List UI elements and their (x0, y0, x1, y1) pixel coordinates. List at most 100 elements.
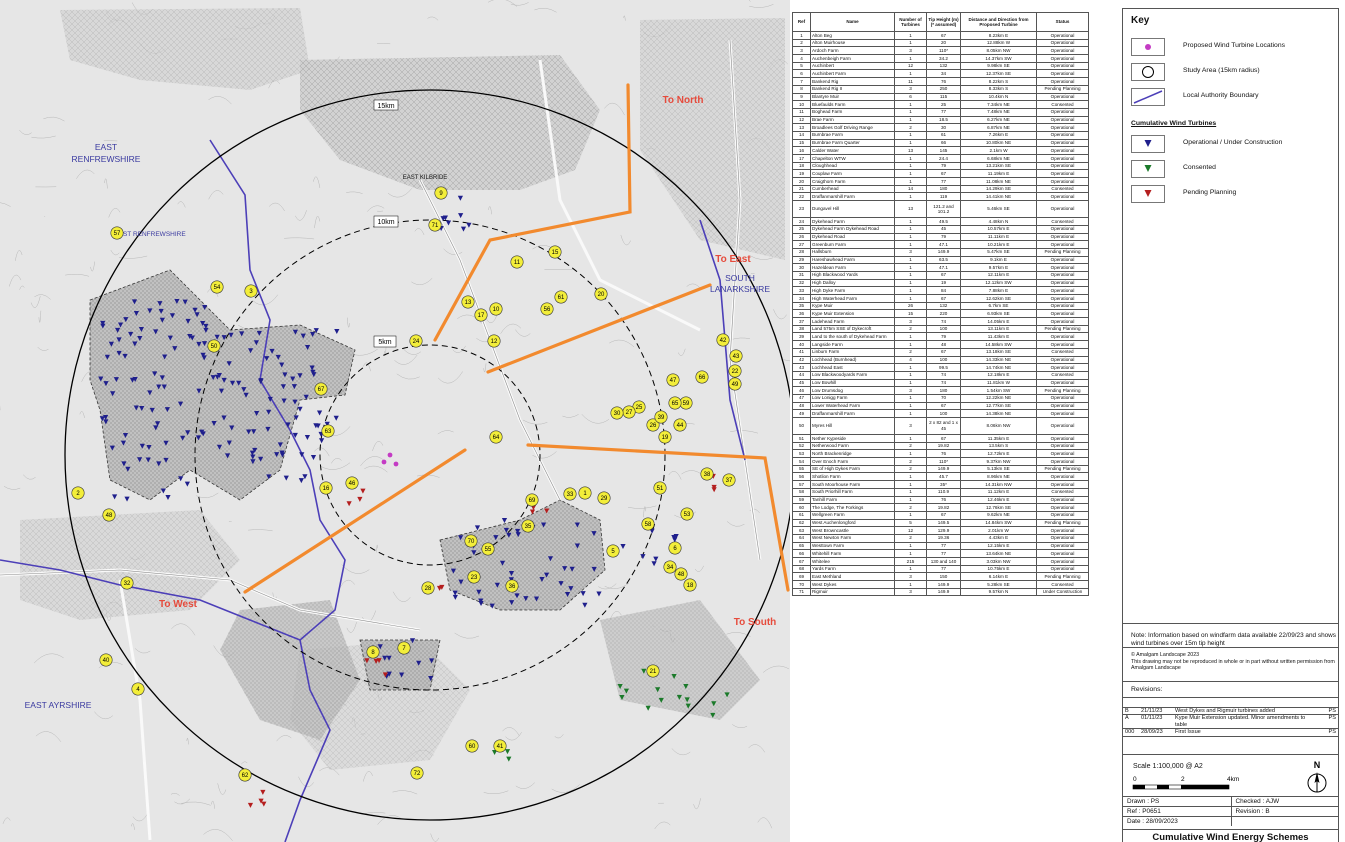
schedule-status: Operational (1036, 378, 1089, 388)
schedule-row: 59 Tanhill Farm 1 76 12.46km E Operational (792, 495, 1089, 505)
windfarm-marker[interactable]: 10 (489, 302, 503, 316)
schedule-row: 49 Draffanmarshill Farm 1 100 14.38km NE Oper… (792, 409, 1089, 418)
pending-triangle-icon (1131, 185, 1165, 203)
windfarm-marker[interactable]: 66 (695, 370, 709, 384)
windfarm-marker[interactable]: 46 (345, 476, 359, 490)
schedule-turbines: 1 (894, 564, 927, 574)
map-canvas[interactable]: 15km 10km 5km EAST RENFREWSHIRE EAST REN… (0, 0, 790, 842)
windfarm-marker[interactable]: 71 (428, 218, 442, 232)
windfarm-marker[interactable]: 33 (563, 487, 577, 501)
windfarm-marker[interactable]: 3 (244, 284, 258, 298)
schedule-turbines: 3 (894, 317, 927, 326)
windfarm-marker[interactable]: 11 (510, 255, 524, 269)
windfarm-marker[interactable]: 4 (131, 682, 145, 696)
windfarm-marker[interactable]: 41 (493, 739, 507, 753)
schedule-ref: 56 (792, 472, 811, 482)
schedule-name: Draffanmarshill Farm (810, 409, 895, 418)
windfarm-marker[interactable]: 6 (668, 541, 682, 555)
windfarm-marker[interactable]: 63 (321, 424, 335, 438)
windfarm-marker[interactable]: 56 (540, 302, 554, 316)
windfarm-marker[interactable]: 48 (674, 567, 688, 581)
windfarm-marker[interactable]: 34 (663, 560, 677, 574)
schedule-row: 67 Whitelee 215 130 and 140 3.03km NW Operati… (792, 557, 1089, 566)
schedule-name: Dungavel Hill (810, 200, 895, 219)
windfarm-marker[interactable]: 30 (610, 406, 624, 420)
schedule-row: 32 High Dalloy 1 19 12.12km SW Operational (792, 278, 1089, 288)
schedule-tip-height: 121.2 and 101.2 (926, 200, 961, 219)
windfarm-marker[interactable]: 72 (410, 766, 424, 780)
windfarm-marker[interactable]: 60 (465, 739, 479, 753)
ring-label-10km: 10km (373, 215, 399, 228)
windfarm-marker[interactable]: 58 (641, 517, 655, 531)
windfarm-marker[interactable]: 62 (238, 768, 252, 782)
schedule-status: Pending Planning (1036, 464, 1089, 474)
windfarm-marker[interactable]: 5 (606, 544, 620, 558)
windfarm-marker[interactable]: 59 (679, 396, 693, 410)
windfarm-marker[interactable]: 20 (594, 287, 608, 301)
windfarm-marker[interactable]: 70 (464, 534, 478, 548)
windfarm-marker[interactable]: 24 (409, 334, 423, 348)
windfarm-marker[interactable]: 12 (487, 334, 501, 348)
windfarm-marker[interactable]: 28 (421, 581, 435, 595)
windfarm-marker[interactable]: 55 (481, 542, 495, 556)
schedule-row: 15 Burnbrae Farm Quarter 1 66 10.80km NE Oper… (792, 138, 1089, 148)
schedule-status: Operational (1036, 401, 1089, 411)
windfarm-marker[interactable]: 9 (434, 186, 448, 200)
schedule-turbines: 2 (894, 347, 927, 357)
windfarm-marker[interactable]: 49 (728, 377, 742, 391)
windfarm-marker[interactable]: 50 (207, 339, 221, 353)
schedule-tip-height: 145 (926, 146, 961, 155)
windfarm-marker[interactable]: 42 (716, 333, 730, 347)
windfarm-marker[interactable]: 23 (467, 570, 481, 584)
windfarm-marker[interactable]: 22 (728, 364, 742, 378)
schedule-distance: 6.14km E (960, 572, 1037, 582)
windfarm-marker[interactable]: 67 (314, 382, 328, 396)
revision-author: PS (1313, 714, 1338, 730)
windfarm-marker[interactable]: 39 (654, 410, 668, 424)
windfarm-marker[interactable]: 8 (366, 645, 380, 659)
windfarm-marker[interactable]: 40 (99, 653, 113, 667)
windfarm-marker[interactable]: 69 (525, 493, 539, 507)
windfarm-marker[interactable]: 65 (668, 396, 682, 410)
windfarm-marker[interactable]: 43 (729, 349, 743, 363)
copyright-line-1: © Amalgam Landscape 2023 (1131, 652, 1200, 658)
windfarm-marker[interactable]: 35 (521, 519, 535, 533)
windfarm-marker[interactable]: 61 (554, 290, 568, 304)
windfarm-marker[interactable]: 36 (505, 579, 519, 593)
windfarm-marker[interactable]: 7 (397, 641, 411, 655)
schedule-tip-height: 48 (926, 340, 961, 349)
windfarm-marker[interactable]: 53 (680, 507, 694, 521)
windfarm-marker[interactable]: 29 (597, 491, 611, 505)
windfarm-marker[interactable]: 1 (578, 486, 592, 500)
windfarm-marker[interactable]: 64 (489, 430, 503, 444)
schedule-ref: 43 (792, 363, 811, 372)
schedule-name: Cumberhead (810, 184, 895, 194)
windfarm-marker[interactable]: 19 (658, 430, 672, 444)
windfarm-marker[interactable]: 44 (673, 418, 687, 432)
windfarm-marker[interactable]: 2 (71, 486, 85, 500)
windfarm-marker-label: 59 (683, 401, 690, 407)
windfarm-marker[interactable]: 47 (666, 373, 680, 387)
windfarm-marker[interactable]: 48 (102, 508, 116, 522)
schedule-status: Operational (1036, 278, 1089, 288)
windfarm-marker[interactable]: 15 (548, 245, 562, 259)
schedule-distance: 2.1km W (960, 146, 1037, 155)
windfarm-marker[interactable]: 32 (120, 576, 134, 590)
scale-tick-0: 0 (1133, 776, 1137, 783)
windfarm-marker[interactable]: 13 (461, 295, 475, 309)
windfarm-marker[interactable]: 57 (110, 226, 124, 240)
windfarm-marker[interactable]: 27 (622, 405, 636, 419)
schedule-name: Brae Farm (810, 115, 895, 125)
windfarm-marker[interactable]: 21 (646, 664, 660, 678)
schedule-row: 24 Dykehead Farm 1 49.5 4.48km N Consented (792, 217, 1089, 226)
schedule-ref: 35 (792, 301, 811, 311)
windfarm-marker[interactable]: 51 (653, 481, 667, 495)
schedule-tip-height: 110* (926, 46, 961, 56)
schedule-tip-height: 180 (926, 184, 961, 194)
windfarm-marker[interactable]: 37 (722, 473, 736, 487)
windfarm-marker[interactable]: 16 (319, 481, 333, 495)
windfarm-marker[interactable]: 38 (700, 467, 714, 481)
windfarm-marker[interactable]: 18 (683, 578, 697, 592)
windfarm-marker[interactable]: 17 (474, 308, 488, 322)
windfarm-marker[interactable]: 54 (210, 280, 224, 294)
